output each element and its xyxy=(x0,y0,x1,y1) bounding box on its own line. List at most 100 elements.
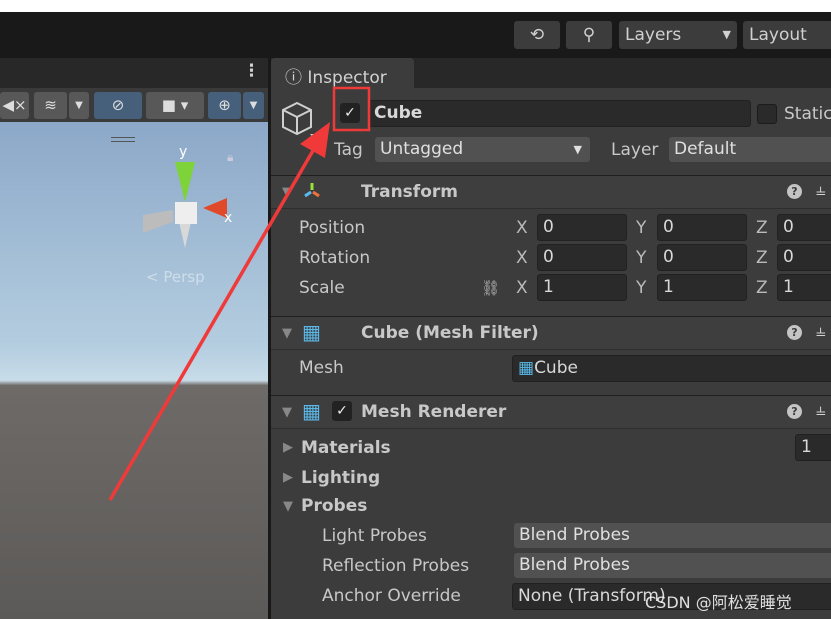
rotation-y-input[interactable]: 0 xyxy=(657,244,747,271)
anchor-override-label: Anchor Override xyxy=(322,586,461,606)
history-button[interactable]: ⟲ xyxy=(514,21,560,49)
layer-label: Layer xyxy=(611,140,659,160)
tag-label: Tag xyxy=(334,140,363,160)
eye-hidden-icon: ⊘ xyxy=(111,96,125,114)
gizmos-button[interactable]: ⊕ xyxy=(208,92,241,119)
camera-button[interactable]: ■ ▾ xyxy=(146,92,204,119)
layer-dropdown[interactable]: Default xyxy=(669,137,831,162)
axis-label: Y xyxy=(636,248,647,268)
gizmo-y-label: y xyxy=(179,144,187,160)
mesh-renderer-title: Mesh Renderer xyxy=(361,402,507,422)
active-checkbox[interactable]: ✓ xyxy=(340,103,360,123)
foldout-arrow-icon[interactable]: ▼ xyxy=(283,499,293,514)
foldout-arrow-icon[interactable]: ▶ xyxy=(283,470,293,485)
settings-sliders-icon[interactable]: ⫨ xyxy=(816,321,826,341)
gizmos-dropdown[interactable]: ▼ xyxy=(243,92,264,119)
scene-view[interactable]: y x 🔒︎ < Persp xyxy=(0,122,268,619)
settings-sliders-icon[interactable]: ⫨ xyxy=(816,400,826,420)
axis-label: Z xyxy=(756,278,768,298)
scale-x-input[interactable]: 1 xyxy=(537,274,627,301)
audio-mute-button[interactable]: ◀× xyxy=(0,92,29,119)
help-icon[interactable]: ? xyxy=(787,184,802,199)
axis-label: Y xyxy=(636,218,647,238)
transform-row-label: Scale xyxy=(299,278,345,298)
settings-sliders-icon[interactable]: ⫨ xyxy=(816,180,826,200)
transform-header[interactable] xyxy=(271,175,831,209)
object-name-input[interactable]: Cube xyxy=(368,100,751,127)
axis-label: Z xyxy=(756,218,768,238)
layout-dropdown[interactable]: Layout xyxy=(743,21,831,49)
drag-handle-icon[interactable] xyxy=(111,137,135,142)
search-icon: ⚲ xyxy=(582,25,596,45)
foldout-arrow-icon[interactable]: ▶ xyxy=(283,440,293,455)
axis-label: X xyxy=(516,278,528,298)
scale-z-input[interactable]: 1 xyxy=(777,274,831,301)
info-icon: ⓘ xyxy=(285,68,302,88)
top-strip xyxy=(0,0,831,12)
help-icon[interactable]: ? xyxy=(787,404,802,419)
position-x-input[interactable]: 0 xyxy=(537,214,627,241)
layout-label: Layout xyxy=(749,25,807,45)
effects-button[interactable]: ≋ xyxy=(34,92,67,119)
foldout-arrow-icon[interactable]: ▼ xyxy=(282,326,292,341)
transform-icon xyxy=(304,183,320,198)
search-button[interactable]: ⚲ xyxy=(566,21,612,49)
position-y-input[interactable]: 0 xyxy=(657,214,747,241)
gizmo-center-cube[interactable] xyxy=(175,202,197,224)
chevron-down-icon: ▼ xyxy=(573,143,582,156)
layers-label: Layers xyxy=(625,25,682,45)
reflection-probes-dropdown[interactable]: Blend Probes xyxy=(514,553,831,578)
materials-count-field[interactable]: 1 xyxy=(795,434,831,461)
axis-label: Z xyxy=(756,248,768,268)
transform-title: Transform xyxy=(361,182,458,202)
rotation-z-input[interactable]: 0 xyxy=(777,244,831,271)
history-icon: ⟲ xyxy=(529,25,545,45)
mesh-renderer-enabled-checkbox[interactable]: ✓ xyxy=(332,401,352,421)
mesh-filter-icon: ▦ xyxy=(302,320,321,344)
transform-row-label: Rotation xyxy=(299,248,371,268)
watermark: CSDN @阿松爱睡觉 xyxy=(645,593,792,612)
chevron-down-icon: ▼ xyxy=(722,28,731,41)
gizmo-y-cone[interactable] xyxy=(175,162,195,202)
light-probes-dropdown[interactable]: Blend Probes xyxy=(514,523,831,548)
foldout-arrow-icon[interactable]: ▼ xyxy=(282,405,292,420)
scene-visibility-button[interactable]: ⊘ xyxy=(94,92,142,119)
more-menu-icon[interactable]: ⋮ xyxy=(243,61,260,81)
help-icon[interactable]: ? xyxy=(787,325,802,340)
mesh-field[interactable]: ▦Cube xyxy=(512,355,831,382)
mesh-label: Mesh xyxy=(299,358,344,378)
cube-object-icon xyxy=(282,101,320,140)
layers-dropdown[interactable]: Layers ▼ xyxy=(619,21,737,49)
tag-dropdown[interactable]: Untagged ▼ xyxy=(375,137,590,162)
camera-icon: ■ ▾ xyxy=(161,96,189,114)
axis-label: Y xyxy=(636,278,647,298)
reflection-probes-label: Reflection Probes xyxy=(322,556,470,576)
static-label: Static xyxy=(784,104,831,124)
tab-label: Inspector xyxy=(307,68,387,88)
foldout-arrow-icon[interactable]: ▼ xyxy=(282,185,292,200)
transform-row-label: Position xyxy=(299,218,366,238)
gizmo-neg-x-cone[interactable] xyxy=(143,210,173,233)
lock-icon[interactable]: 🔒︎ xyxy=(227,150,233,165)
materials-foldout[interactable]: Materials xyxy=(301,438,391,458)
axis-label: X xyxy=(516,218,528,238)
lighting-foldout[interactable]: Lighting xyxy=(301,468,380,488)
scene-tab-bar: ⋮ xyxy=(0,58,268,88)
position-z-input[interactable]: 0 xyxy=(777,214,831,241)
axis-label: X xyxy=(516,248,528,268)
gizmo-neg-y-cone[interactable] xyxy=(179,222,191,248)
rotation-x-input[interactable]: 0 xyxy=(537,244,627,271)
probes-foldout[interactable]: Probes xyxy=(301,496,367,516)
constrain-proportions-icon[interactable]: ⛓︎ xyxy=(481,279,500,297)
mesh-renderer-icon: ▦ xyxy=(302,399,321,423)
globe-icon: ⊕ xyxy=(218,96,231,114)
mesh-renderer-header[interactable] xyxy=(271,395,831,429)
persp-label[interactable]: < Persp xyxy=(146,268,205,286)
mesh-filter-title: Cube (Mesh Filter) xyxy=(361,323,539,343)
scale-y-input[interactable]: 1 xyxy=(657,274,747,301)
mesh-filter-header[interactable] xyxy=(271,316,831,350)
effects-dropdown[interactable]: ▼ xyxy=(69,92,89,119)
gizmo-x-label: x xyxy=(224,210,232,226)
static-checkbox[interactable] xyxy=(757,104,777,124)
tab-inspector[interactable]: ⓘ Inspector xyxy=(271,58,414,88)
